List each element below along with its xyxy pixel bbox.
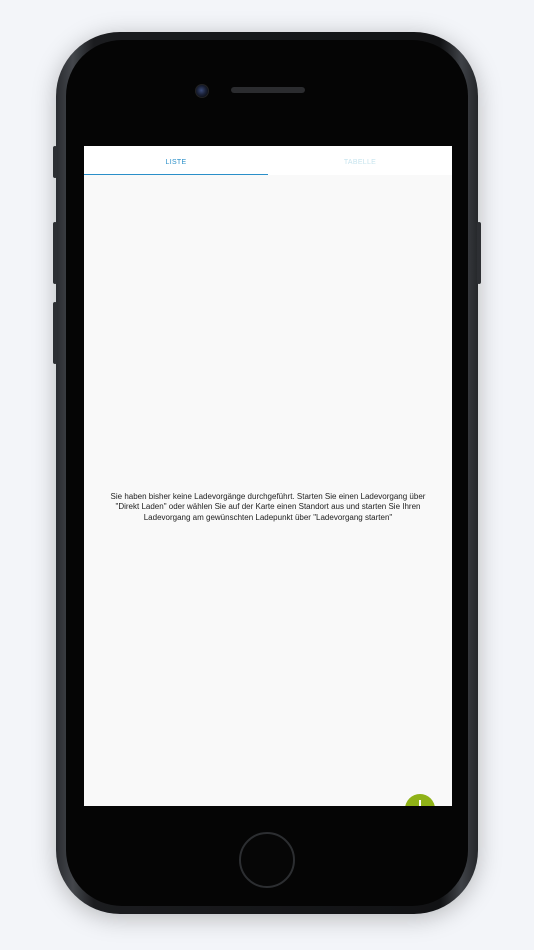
tab-tabelle[interactable]: TABELLE	[268, 146, 452, 175]
front-camera	[195, 84, 209, 98]
add-fab-button[interactable]	[405, 794, 435, 806]
mute-switch	[53, 146, 57, 178]
home-button[interactable]	[239, 832, 295, 888]
power-button	[477, 222, 481, 284]
volume-up-button	[53, 222, 57, 284]
tab-bar: LISTE TABELLE	[84, 146, 452, 175]
tab-liste[interactable]: LISTE	[84, 146, 268, 175]
app-screen: LISTE TABELLE Sie haben bisher keine Lad…	[84, 146, 452, 806]
volume-down-button	[53, 302, 57, 364]
empty-state-message: Sie haben bisher keine Ladevorgänge durc…	[110, 492, 426, 522]
earpiece-speaker	[231, 87, 305, 93]
plus-icon	[419, 800, 421, 806]
